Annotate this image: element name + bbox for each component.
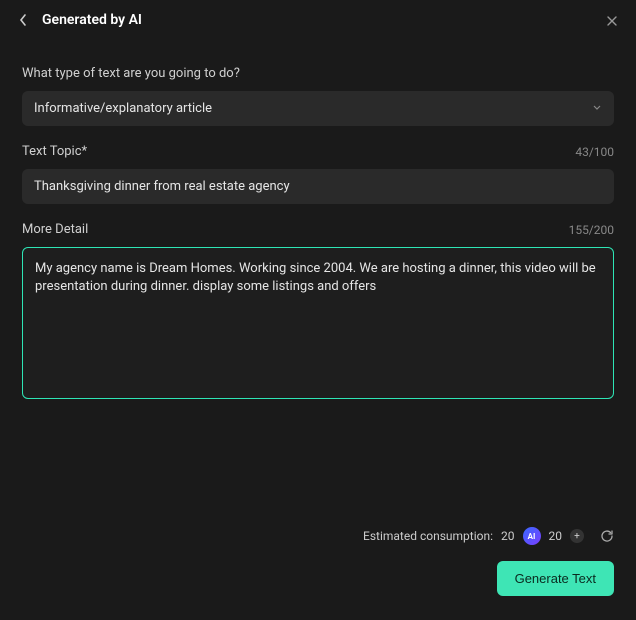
credits-value: 20 (549, 529, 563, 543)
refresh-button[interactable] (600, 529, 614, 543)
detail-label: More Detail (22, 222, 88, 237)
modal-header: Generated by AI (0, 0, 636, 40)
add-credits-button[interactable]: + (570, 529, 584, 543)
close-icon (606, 15, 618, 27)
topic-counter: 43/100 (575, 145, 614, 159)
text-type-label-row: What type of text are you going to do? (22, 66, 614, 81)
generate-text-button[interactable]: Generate Text (497, 561, 614, 596)
detail-counter: 155/200 (569, 223, 614, 237)
modal-content: What type of text are you going to do? I… (0, 40, 636, 513)
text-type-label: What type of text are you going to do? (22, 66, 240, 81)
detail-label-row: More Detail 155/200 (22, 222, 614, 237)
consumption-row: Estimated consumption: 20 AI 20 + (363, 527, 614, 545)
topic-label-row: Text Topic* 43/100 (22, 144, 614, 159)
topic-label: Text Topic* (22, 144, 87, 159)
close-button[interactable] (606, 12, 618, 31)
ai-badge-icon: AI (523, 527, 541, 545)
modal-footer: Estimated consumption: 20 AI 20 + Genera… (0, 513, 636, 620)
consumption-value: 20 (501, 529, 515, 543)
topic-input[interactable] (22, 169, 614, 204)
modal-title: Generated by AI (42, 12, 142, 28)
back-button[interactable] (18, 13, 28, 27)
text-type-select[interactable]: Informative/explanatory article (22, 91, 614, 126)
consumption-label: Estimated consumption: (363, 529, 493, 543)
refresh-icon (600, 529, 614, 543)
chevron-down-icon (592, 101, 602, 116)
chevron-left-icon (18, 13, 28, 27)
detail-textarea[interactable] (22, 247, 614, 399)
text-type-value: Informative/explanatory article (34, 101, 212, 116)
